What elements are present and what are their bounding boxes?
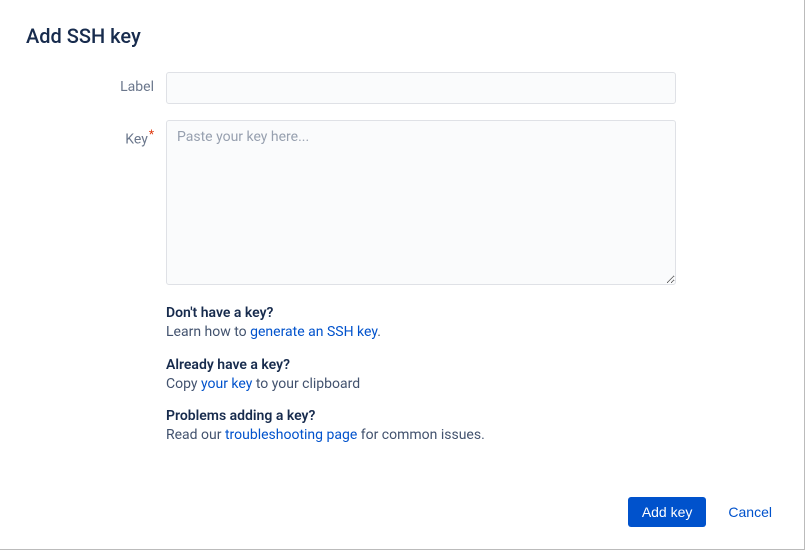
help-problems-after: for common issues. — [357, 427, 485, 443]
help-have-key-title: Already have a key? — [166, 357, 676, 373]
required-mark: * — [149, 127, 154, 141]
key-field-label: Key* — [26, 120, 166, 148]
help-problems-text: Read our troubleshooting page for common… — [166, 426, 676, 446]
label-row: Label — [26, 72, 776, 104]
help-have-key-after: to your clipboard — [252, 376, 360, 392]
add-ssh-key-dialog: Add SSH key Label Key* Don't have a key?… — [0, 0, 804, 549]
help-no-key-after: . — [377, 324, 381, 340]
key-field-label-text: Key — [125, 132, 148, 148]
help-problems-before: Read our — [166, 427, 225, 443]
dialog-title: Add SSH key — [26, 24, 776, 48]
label-field-label: Label — [26, 72, 166, 95]
add-key-button[interactable]: Add key — [628, 497, 707, 527]
generate-ssh-key-link[interactable]: generate an SSH key — [250, 324, 377, 340]
troubleshooting-link[interactable]: troubleshooting page — [225, 427, 357, 443]
help-have-key-text: Copy your key to your clipboard — [166, 375, 676, 395]
label-input[interactable] — [166, 72, 676, 104]
help-problems-title: Problems adding a key? — [166, 408, 676, 424]
your-key-link[interactable]: your key — [201, 376, 252, 392]
help-section: Don't have a key? Learn how to generate … — [166, 305, 676, 446]
key-row: Key* — [26, 120, 776, 289]
help-no-key: Don't have a key? Learn how to generate … — [166, 305, 676, 343]
help-no-key-text: Learn how to generate an SSH key. — [166, 323, 676, 343]
help-have-key: Already have a key? Copy your key to you… — [166, 357, 676, 395]
help-problems: Problems adding a key? Read our troubles… — [166, 408, 676, 446]
dialog-footer: Add key Cancel — [628, 497, 776, 527]
help-have-key-before: Copy — [166, 376, 201, 392]
key-textarea[interactable] — [166, 120, 676, 285]
cancel-button[interactable]: Cancel — [724, 497, 776, 527]
help-no-key-before: Learn how to — [166, 324, 250, 340]
help-no-key-title: Don't have a key? — [166, 305, 676, 321]
